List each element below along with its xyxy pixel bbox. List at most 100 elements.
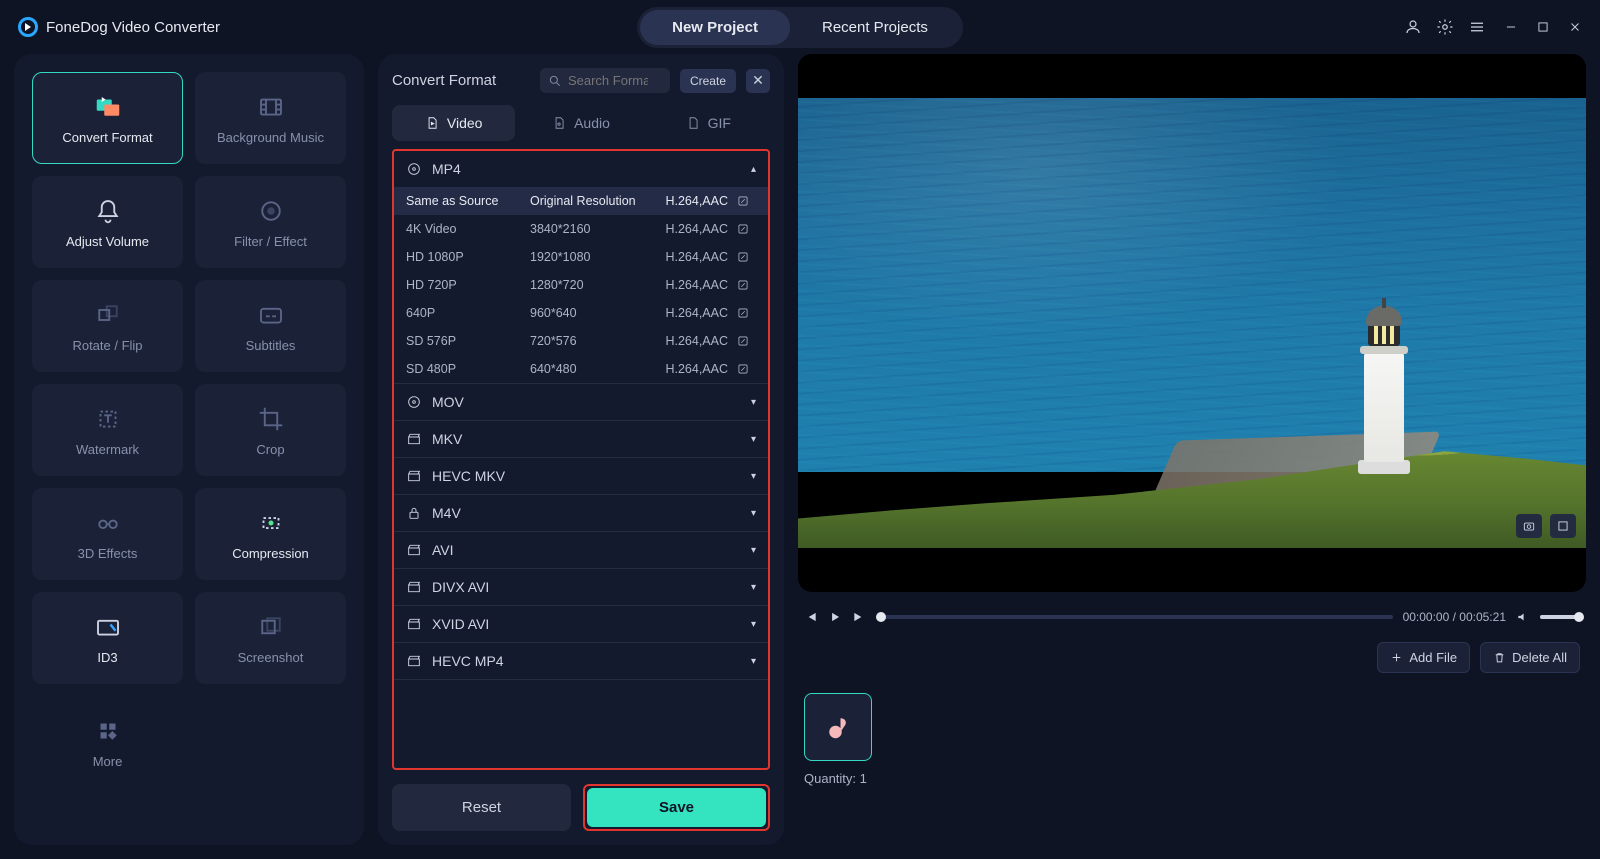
- preset-codec: H.264,AAC: [665, 278, 736, 292]
- format-group-xvid avi[interactable]: XVID AVI ▾: [394, 606, 768, 642]
- save-button[interactable]: Save: [587, 788, 766, 827]
- play-icon[interactable]: [828, 610, 842, 624]
- tool-background-music[interactable]: Background Music: [195, 72, 346, 164]
- reset-button[interactable]: Reset: [392, 784, 571, 831]
- format-group-m4v[interactable]: M4V ▾: [394, 495, 768, 531]
- gear-icon[interactable]: [1436, 18, 1454, 36]
- film-icon: [256, 92, 286, 122]
- tool-label: Convert Format: [62, 130, 152, 145]
- clip-thumbnail[interactable]: [804, 693, 872, 761]
- volume-icon[interactable]: [1516, 610, 1530, 624]
- minimize-icon[interactable]: [1504, 20, 1518, 34]
- preset-row[interactable]: SD 480P 640*480 H.264,AAC: [394, 355, 768, 383]
- screenshot-icon: [256, 612, 286, 642]
- snapshot-button[interactable]: [1516, 514, 1542, 538]
- edit-icon[interactable]: [736, 194, 750, 208]
- preset-row[interactable]: SD 576P 720*576 H.264,AAC: [394, 327, 768, 355]
- maximize-icon[interactable]: [1536, 20, 1550, 34]
- rotate-icon: [93, 300, 123, 330]
- tab-new-project[interactable]: New Project: [640, 10, 790, 45]
- tool-rotate-flip[interactable]: Rotate / Flip: [32, 280, 183, 372]
- preset-row[interactable]: HD 1080P 1920*1080 H.264,AAC: [394, 243, 768, 271]
- format-icon: [406, 616, 422, 632]
- tool-label: Crop: [256, 442, 284, 457]
- preset-row[interactable]: 640P 960*640 H.264,AAC: [394, 299, 768, 327]
- preset-codec: H.264,AAC: [665, 334, 736, 348]
- account-icon[interactable]: [1404, 18, 1422, 36]
- close-panel-button[interactable]: ✕: [746, 69, 770, 93]
- create-button[interactable]: Create: [680, 69, 736, 93]
- tools-sidebar: Convert Format Background Music Adjust V…: [14, 54, 364, 845]
- volume-slider[interactable]: [1540, 615, 1580, 619]
- chevron-down-icon: ▾: [751, 471, 756, 482]
- add-file-button[interactable]: Add File: [1377, 642, 1470, 673]
- edit-icon[interactable]: [736, 306, 750, 320]
- format-tab-gif[interactable]: GIF: [647, 105, 770, 141]
- video-file-icon: [425, 116, 439, 130]
- chevron-down-icon: ▾: [751, 434, 756, 445]
- format-group-mov[interactable]: MOV ▾: [394, 384, 768, 420]
- format-group-hevc mkv[interactable]: HEVC MKV ▾: [394, 458, 768, 494]
- preset-row[interactable]: HD 720P 1280*720 H.264,AAC: [394, 271, 768, 299]
- format-tab-video[interactable]: Video: [392, 105, 515, 141]
- chevron-down-icon: ▾: [751, 508, 756, 519]
- tool-screenshot[interactable]: Screenshot: [195, 592, 346, 684]
- preset-resolution: 960*640: [530, 306, 665, 320]
- save-highlight: Save: [583, 784, 770, 831]
- edit-icon[interactable]: [736, 362, 750, 376]
- tool-label: Screenshot: [238, 650, 304, 665]
- delete-all-button[interactable]: Delete All: [1480, 642, 1580, 673]
- panel-title: Convert Format: [392, 72, 530, 89]
- tool-id3[interactable]: ID3: [32, 592, 183, 684]
- format-group-hevc mp4[interactable]: HEVC MP4 ▾: [394, 643, 768, 679]
- app-logo: FoneDog Video Converter: [18, 17, 220, 37]
- preset-resolution: 1280*720: [530, 278, 665, 292]
- id-card-icon: [93, 612, 123, 642]
- format-list[interactable]: MP4 ▴ Same as Source Original Resolution…: [392, 149, 770, 770]
- tool-label: Rotate / Flip: [72, 338, 142, 353]
- tool-3d-effects[interactable]: 3D Effects: [32, 488, 183, 580]
- edit-icon[interactable]: [736, 334, 750, 348]
- format-icon: [406, 542, 422, 558]
- format-group-divx avi[interactable]: DIVX AVI ▾: [394, 569, 768, 605]
- tool-more[interactable]: More: [32, 696, 183, 788]
- preset-name: 4K Video: [406, 222, 530, 236]
- format-group-avi[interactable]: AVI ▾: [394, 532, 768, 568]
- compress-icon: [256, 508, 286, 538]
- preview-scene: [798, 54, 1586, 592]
- menu-icon[interactable]: [1468, 18, 1486, 36]
- tool-compression[interactable]: Compression: [195, 488, 346, 580]
- preset-resolution: Original Resolution: [530, 194, 665, 208]
- edit-icon[interactable]: [736, 222, 750, 236]
- tool-filter-effect[interactable]: Filter / Effect: [195, 176, 346, 268]
- tool-watermark[interactable]: Watermark: [32, 384, 183, 476]
- preset-name: HD 720P: [406, 278, 530, 292]
- fullscreen-button[interactable]: [1550, 514, 1576, 538]
- grid-icon: [93, 716, 123, 746]
- preset-name: HD 1080P: [406, 250, 530, 264]
- tool-subtitles[interactable]: Subtitles: [195, 280, 346, 372]
- play-logo-icon: [18, 17, 38, 37]
- gif-file-icon: [686, 116, 700, 130]
- format-tab-audio[interactable]: Audio: [519, 105, 642, 141]
- timeline-slider[interactable]: [876, 615, 1393, 619]
- format-group-mkv[interactable]: MKV ▾: [394, 421, 768, 457]
- chevron-down-icon: ▾: [751, 619, 756, 630]
- prev-track-icon[interactable]: [804, 610, 818, 624]
- search-input[interactable]: [568, 73, 648, 88]
- format-group-mp4[interactable]: MP4 ▴: [394, 151, 768, 187]
- video-preview[interactable]: [798, 54, 1586, 592]
- edit-icon[interactable]: [736, 250, 750, 264]
- close-icon[interactable]: [1568, 20, 1582, 34]
- preset-resolution: 640*480: [530, 362, 665, 376]
- preset-row[interactable]: 4K Video 3840*2160 H.264,AAC: [394, 215, 768, 243]
- tool-crop[interactable]: Crop: [195, 384, 346, 476]
- next-track-icon[interactable]: [852, 610, 866, 624]
- preset-name: Same as Source: [406, 194, 530, 208]
- edit-icon[interactable]: [736, 278, 750, 292]
- search-format[interactable]: [540, 68, 670, 93]
- tool-adjust-volume[interactable]: Adjust Volume: [32, 176, 183, 268]
- preset-row[interactable]: Same as Source Original Resolution H.264…: [394, 187, 768, 215]
- tab-recent-projects[interactable]: Recent Projects: [790, 10, 960, 45]
- tool-convert-format[interactable]: Convert Format: [32, 72, 183, 164]
